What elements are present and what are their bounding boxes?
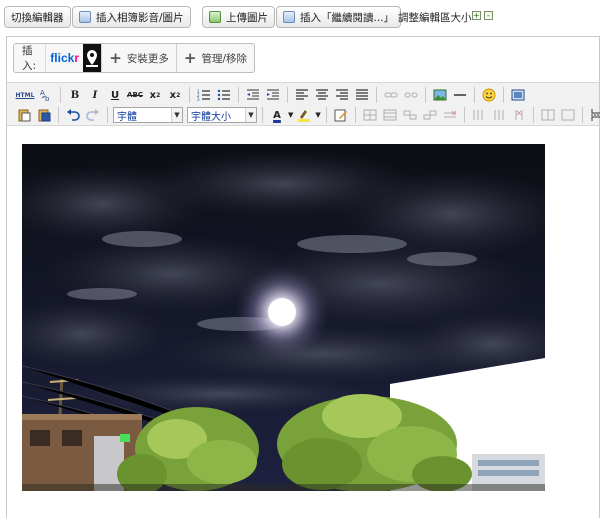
underline-icon[interactable]: U xyxy=(106,86,124,104)
upload-image-button[interactable]: 上傳圖片 xyxy=(202,6,275,28)
bold-icon[interactable]: B xyxy=(66,86,84,104)
chevron-down-icon: ▼ xyxy=(171,108,182,122)
paste-word-icon[interactable] xyxy=(35,106,53,124)
format-toolbar: HTML Ab B I U ABC x2 x2 123 宇體 ▼ 宇體大小 ▼ … xyxy=(7,82,600,126)
toolbar-separator xyxy=(425,87,426,103)
toolbar-separator xyxy=(325,107,327,123)
resize-editor-label: 調整編輯區大小 xyxy=(398,12,472,24)
row-after-icon[interactable] xyxy=(421,106,439,124)
flickr-text: flick xyxy=(50,51,75,65)
unordered-list-icon[interactable] xyxy=(215,86,233,104)
align-right-icon[interactable] xyxy=(333,86,351,104)
toolbar-separator xyxy=(376,87,377,103)
page-break-icon xyxy=(283,11,295,23)
svg-text:b: b xyxy=(45,95,50,102)
table-icon[interactable] xyxy=(361,106,379,124)
redo-icon[interactable] xyxy=(84,106,102,124)
toolbar-row-1: HTML Ab B I U ABC x2 x2 123 xyxy=(15,85,527,105)
unlink-icon[interactable] xyxy=(402,86,420,104)
split-cells-icon[interactable] xyxy=(539,106,557,124)
font-size-value: 宇體大小 xyxy=(191,111,231,123)
image-icon[interactable] xyxy=(431,86,449,104)
toolbar-separator xyxy=(474,87,475,103)
highlight-color-icon[interactable] xyxy=(295,106,313,124)
flickr-icon[interactable]: flick r xyxy=(45,44,83,72)
insert-continue-label: 插入「繼續閱讀...」 xyxy=(300,11,395,24)
toolbar-separator xyxy=(60,87,61,103)
install-more-button[interactable]: + 安裝更多 xyxy=(101,44,176,72)
toolbar-separator xyxy=(503,87,504,103)
plus-icon: + xyxy=(109,48,122,67)
find-replace-icon[interactable]: Ab xyxy=(37,86,55,104)
link-icon[interactable] xyxy=(382,86,400,104)
page-break-icon[interactable] xyxy=(588,106,600,124)
edit-css-icon[interactable] xyxy=(332,106,350,124)
night-sky-photo xyxy=(22,144,545,491)
toggle-editor-label: 切換編輯器 xyxy=(11,11,64,24)
svg-text:3: 3 xyxy=(197,97,200,102)
table-props-icon[interactable] xyxy=(381,106,399,124)
outdent-icon[interactable] xyxy=(244,86,262,104)
upload-image-label: 上傳圖片 xyxy=(226,11,268,24)
top-action-bar: 切換編輯器 插入相簿影音/圖片 上傳圖片 插入「繼續閱讀...」 調整編輯區大小… xyxy=(0,0,600,34)
align-justify-icon[interactable] xyxy=(353,86,371,104)
insert-label: 插入: xyxy=(22,45,37,72)
manage-remove-button[interactable]: + 管理/移除 xyxy=(175,44,254,72)
toolbar-row-2: 宇體 ▼ 宇體大小 ▼ A ▼ ▼ xyxy=(15,105,600,125)
font-size-select[interactable]: 宇體大小 ▼ xyxy=(187,107,257,123)
col-after-icon[interactable] xyxy=(490,106,508,124)
insert-continue-reading-button[interactable]: 插入「繼續閱讀...」 xyxy=(276,6,402,28)
merge-cells-icon[interactable] xyxy=(559,106,577,124)
smiley-icon[interactable] xyxy=(480,86,498,104)
italic-icon[interactable]: I xyxy=(86,86,104,104)
toolbar-separator xyxy=(287,87,288,103)
toolbar-separator xyxy=(189,87,190,103)
chevron-down-icon[interactable]: ▼ xyxy=(315,111,320,119)
insert-plugin-bar: 插入: flick r + 安裝更多 + 管理/移除 xyxy=(13,43,255,73)
delete-row-icon[interactable] xyxy=(441,106,459,124)
font-family-select[interactable]: 宇體 ▼ xyxy=(113,107,183,123)
flickr-text-r: r xyxy=(74,51,79,65)
toggle-editor-button[interactable]: 切換編輯器 xyxy=(4,6,71,28)
editor-content[interactable] xyxy=(7,127,599,518)
toolbar-separator xyxy=(532,107,534,123)
font-family-value: 宇體 xyxy=(117,111,137,123)
subscript-icon[interactable]: x2 xyxy=(146,86,164,104)
chevron-down-icon: ▼ xyxy=(245,108,256,122)
undo-icon[interactable] xyxy=(64,106,82,124)
fullscreen-icon[interactable] xyxy=(509,86,527,104)
html-source-button[interactable]: HTML xyxy=(15,86,35,104)
plus-icon[interactable]: + xyxy=(472,11,481,20)
toolbar-separator xyxy=(463,107,465,123)
toolbar-separator xyxy=(58,107,59,123)
album-icon xyxy=(79,11,91,23)
map-pin-icon[interactable] xyxy=(82,44,102,72)
insert-album-button[interactable]: 插入相簿影音/圖片 xyxy=(72,6,191,28)
align-left-icon[interactable] xyxy=(293,86,311,104)
install-more-label: 安裝更多 xyxy=(126,52,169,65)
toolbar-separator xyxy=(107,107,108,123)
text-color-icon[interactable]: A xyxy=(268,106,286,124)
toolbar-separator xyxy=(238,87,239,103)
chevron-down-icon[interactable]: ▼ xyxy=(288,111,293,119)
upload-icon xyxy=(209,11,221,23)
indent-icon[interactable] xyxy=(264,86,282,104)
manage-remove-label: 管理/移除 xyxy=(201,52,247,65)
editor-frame: 插入: flick r + 安裝更多 + 管理/移除 HTML Ab B I U… xyxy=(6,36,600,518)
col-before-icon[interactable] xyxy=(470,106,488,124)
ordered-list-icon[interactable]: 123 xyxy=(195,86,213,104)
superscript-icon[interactable]: x2 xyxy=(166,86,184,104)
toolbar-separator xyxy=(354,107,356,123)
align-center-icon[interactable] xyxy=(313,86,331,104)
minus-icon[interactable]: - xyxy=(484,11,493,20)
toolbar-separator xyxy=(581,107,583,123)
horizontal-rule-icon[interactable] xyxy=(451,86,469,104)
strikethrough-icon[interactable]: ABC xyxy=(126,86,144,104)
row-before-icon[interactable] xyxy=(401,106,419,124)
insert-album-label: 插入相簿影音/圖片 xyxy=(96,11,184,24)
plus-icon: + xyxy=(183,48,197,67)
paste-text-icon[interactable] xyxy=(15,106,33,124)
toolbar-separator xyxy=(262,107,263,123)
delete-col-icon[interactable] xyxy=(510,106,528,124)
